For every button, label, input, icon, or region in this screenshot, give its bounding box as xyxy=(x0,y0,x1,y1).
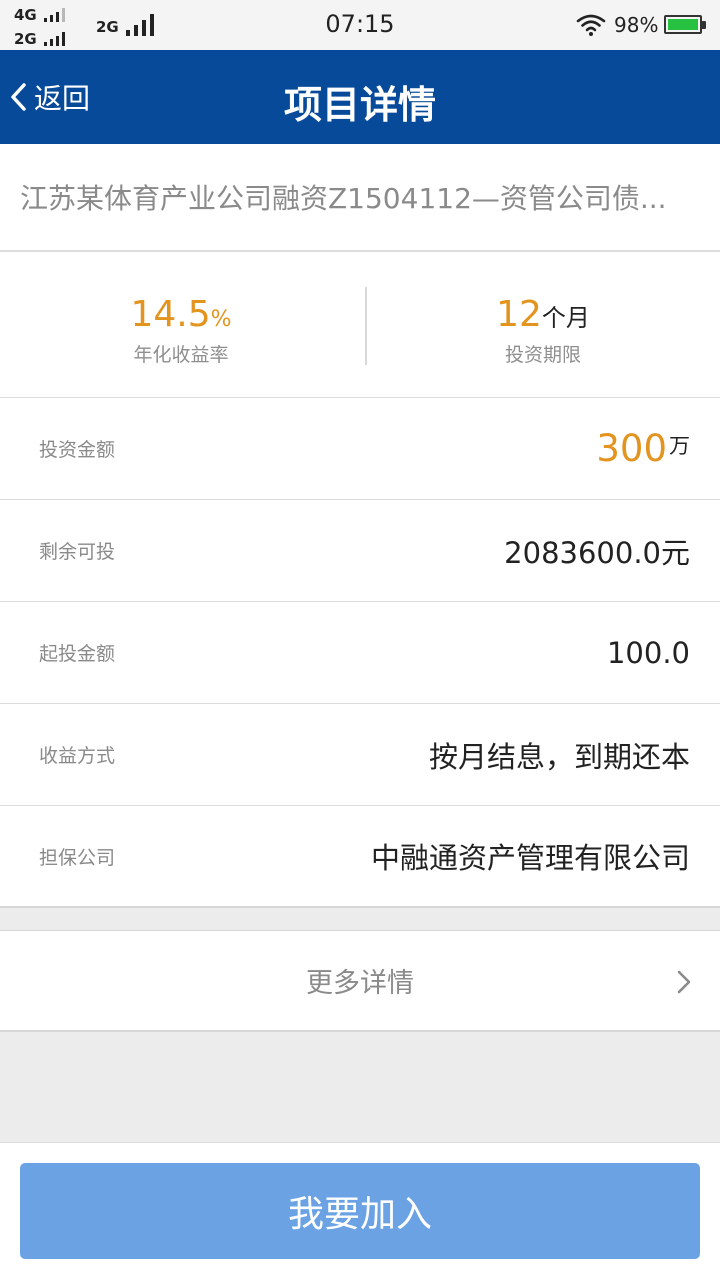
remaining-value: 2083600.0元 xyxy=(504,535,690,570)
project-name: 江苏某体育产业公司融资Z1504112—资管公司债... xyxy=(20,182,667,215)
min-investment-row: 起投金额 100.0 xyxy=(0,602,720,704)
status-time: 07:15 xyxy=(325,10,395,38)
guarantor-row: 担保公司 中融通资产管理有限公司 xyxy=(0,806,720,908)
return-method-row: 收益方式 按月结息，到期还本 xyxy=(0,704,720,806)
guarantor-label: 担保公司 xyxy=(39,846,116,869)
term-unit: 个月 xyxy=(541,304,590,332)
amount-label: 投资金额 xyxy=(39,439,116,461)
guarantor-value: 中融通资产管理有限公司 xyxy=(370,841,690,875)
amount-row: 投资金额 300 万 xyxy=(0,398,720,500)
more-details-button[interactable]: 更多详情 xyxy=(0,930,720,1032)
more-details-label: 更多详情 xyxy=(306,968,414,999)
metrics-panel: 14.5% 年化收益率 12个月 投资期限 xyxy=(0,252,720,398)
battery-percent: 98% xyxy=(614,13,659,37)
rate-value: 14.5 xyxy=(130,294,211,335)
nav-bar: 返回 项目详情 xyxy=(0,50,720,144)
status-bar: 4G 2G 2G 07:15 98% xyxy=(0,0,720,50)
join-button[interactable]: 我要加入 xyxy=(20,1163,700,1259)
remaining-row: 剩余可投 2083600.0元 xyxy=(0,500,720,602)
battery-icon xyxy=(664,15,706,34)
chevron-right-icon xyxy=(677,970,691,994)
term-metric: 12个月 投资期限 xyxy=(360,252,720,398)
term-label: 投资期限 xyxy=(504,344,581,366)
term-value: 12 xyxy=(496,294,542,335)
return-method-value: 按月结息，到期还本 xyxy=(428,739,690,774)
min-investment-label: 起投金额 xyxy=(39,643,116,665)
rate-unit: % xyxy=(210,307,232,332)
rate-metric: 14.5% 年化收益率 xyxy=(0,252,366,398)
return-method-label: 收益方式 xyxy=(39,745,116,767)
rate-label: 年化收益率 xyxy=(133,344,229,366)
amount-value: 300 xyxy=(596,427,667,470)
bottom-action-bar: 我要加入 xyxy=(0,1142,720,1280)
min-investment-value: 100.0 xyxy=(606,635,690,670)
page-title: 项目详情 xyxy=(283,83,436,127)
project-name-section: 江苏某体育产业公司融资Z1504112—资管公司债... xyxy=(0,144,720,252)
remaining-label: 剩余可投 xyxy=(39,541,116,563)
wifi-icon xyxy=(576,14,606,36)
amount-unit: 万 xyxy=(669,433,690,458)
